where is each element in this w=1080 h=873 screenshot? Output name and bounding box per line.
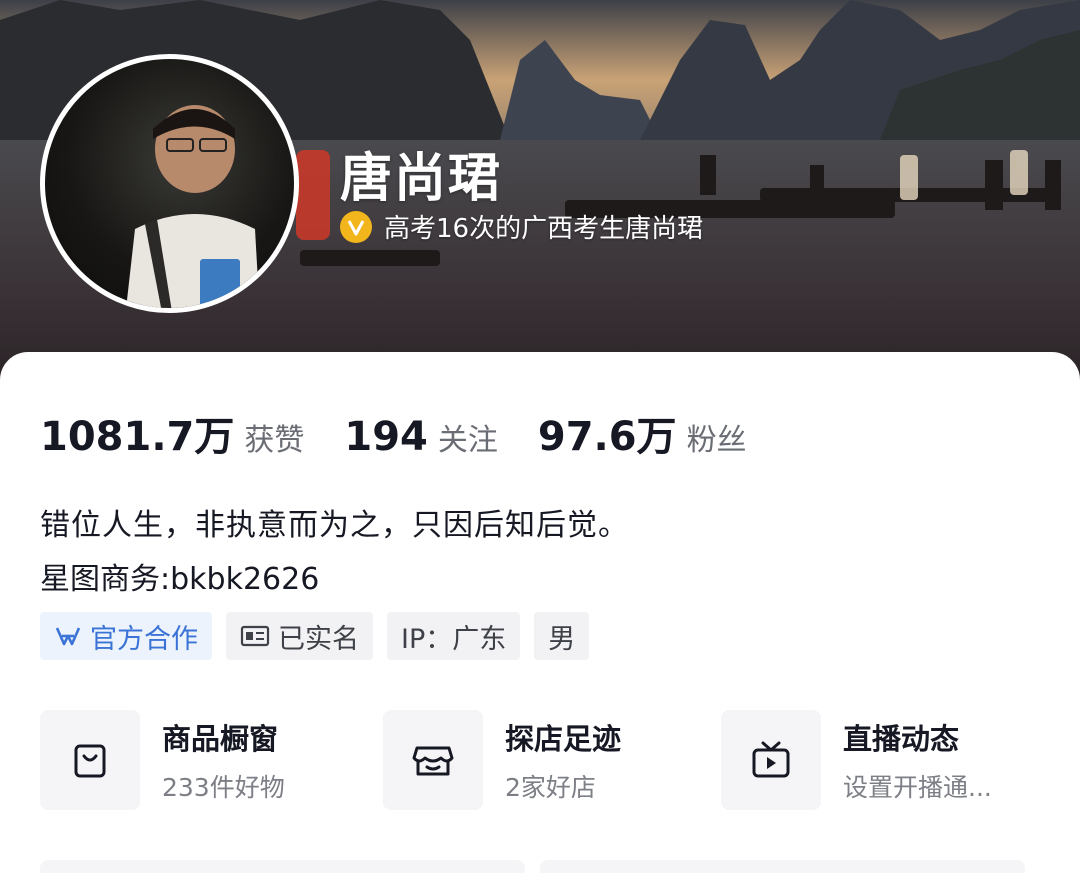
- profile-info-card: 1081.7万 获赞 194 关注 97.6万 粉丝 错位人生，非执意而为之，只…: [0, 352, 1080, 873]
- stat-value: 194: [344, 414, 428, 460]
- stat-label: 关注: [437, 423, 498, 458]
- stats-row: 1081.7万 获赞 194 关注 97.6万 粉丝: [40, 404, 787, 462]
- business-contact-text: 星图商务:bkbk2626: [40, 562, 320, 597]
- tag-label: IP：广东: [401, 623, 507, 655]
- tag-ip-location: IP：广东: [387, 612, 521, 660]
- service-entries: 商品橱窗 233件好物 探店足迹 2家好店 直播动态 设置开播通...: [40, 710, 1080, 810]
- storefront-icon: [383, 710, 483, 810]
- avatar[interactable]: [40, 54, 299, 313]
- service-shop-window[interactable]: 商品橱窗 233件好物: [40, 710, 285, 810]
- stat-following[interactable]: 194 关注: [344, 414, 498, 460]
- stat-value: 97.6万: [537, 414, 677, 460]
- stat-likes[interactable]: 1081.7万 获赞: [40, 404, 304, 462]
- stat-label: 粉丝: [686, 423, 747, 458]
- profile-banner: 唐尚珺 高考16次的广西考生唐尚珺: [0, 0, 1080, 390]
- service-subtitle: 2家好店: [505, 773, 596, 802]
- bottom-entry-left[interactable]: [40, 860, 525, 873]
- service-title: 直播动态: [843, 722, 960, 756]
- bio-text: 错位人生，非执意而为之，只因后知后觉。: [40, 508, 629, 543]
- bottom-entries-row: [40, 860, 1025, 873]
- service-store-visits[interactable]: 探店足迹 2家好店: [383, 710, 621, 810]
- profile-tags: 官方合作 已实名 IP：广东 男: [40, 612, 603, 660]
- tag-gender: 男: [534, 612, 590, 660]
- tag-official-cooperation[interactable]: 官方合作: [40, 612, 212, 660]
- service-subtitle: 233件好物: [162, 773, 285, 802]
- tag-label: 官方合作: [90, 623, 198, 655]
- verified-badge-icon: [340, 210, 372, 243]
- tag-label: 已实名: [278, 623, 359, 655]
- stat-label: 获赞: [244, 423, 305, 458]
- id-card-icon: [240, 624, 270, 648]
- verification-text: 高考16次的广西考生唐尚珺: [384, 214, 704, 244]
- service-subtitle: 设置开播通...: [843, 773, 992, 802]
- tv-icon: [721, 710, 821, 810]
- service-title: 探店足迹: [505, 722, 622, 756]
- stat-value: 1081.7万: [40, 414, 235, 460]
- service-title: 商品橱窗: [162, 722, 279, 756]
- service-live-stream[interactable]: 直播动态 设置开播通...: [721, 710, 992, 810]
- official-cooperation-icon: [54, 624, 82, 648]
- tag-label: 男: [548, 623, 576, 655]
- verification-row: 高考16次的广西考生唐尚珺: [340, 208, 703, 245]
- tag-real-name[interactable]: 已实名: [226, 612, 373, 660]
- profile-nickname: 唐尚珺: [340, 149, 503, 209]
- bottom-entry-right[interactable]: [540, 860, 1025, 873]
- stat-followers[interactable]: 97.6万 粉丝: [538, 404, 747, 462]
- shopping-bag-icon: [40, 710, 140, 810]
- avatar-photo: [126, 105, 260, 308]
